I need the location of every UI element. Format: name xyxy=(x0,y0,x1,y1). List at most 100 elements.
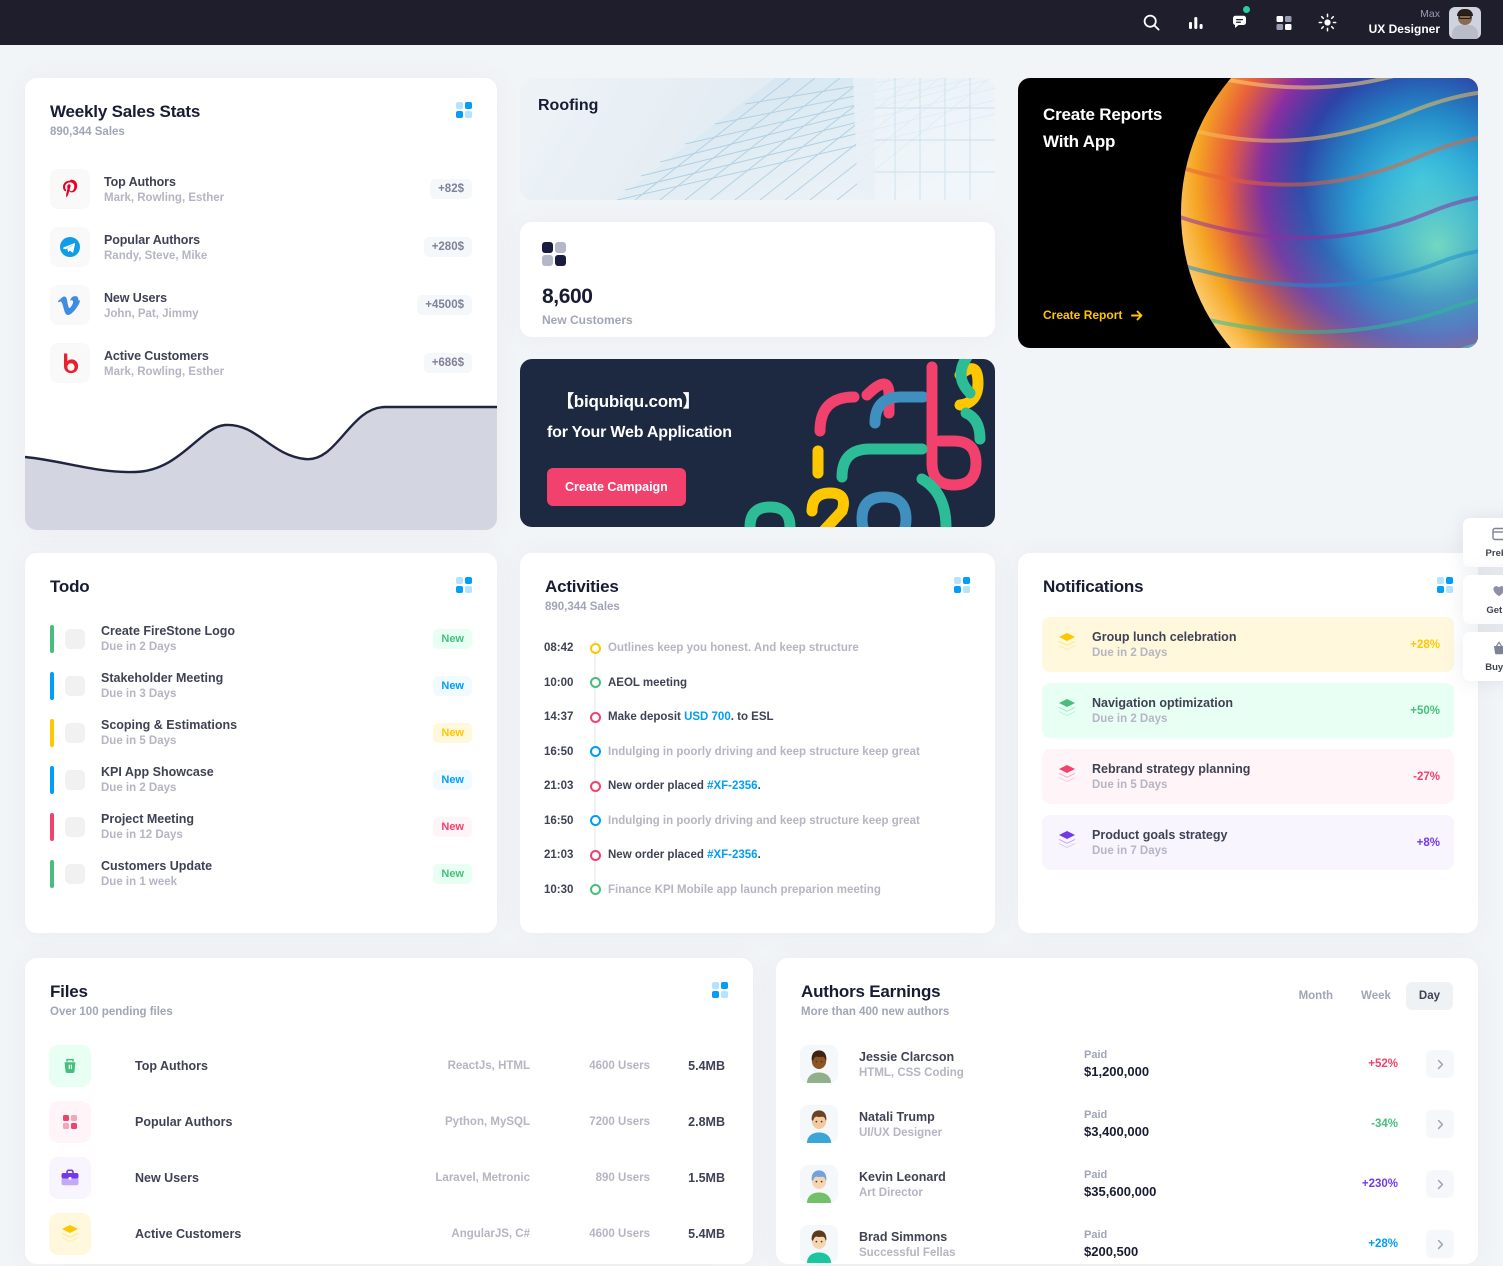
float-panel-item[interactable]: Get H xyxy=(1463,575,1503,624)
notification-due: Due in 5 Days xyxy=(1092,779,1168,791)
chat-icon[interactable] xyxy=(1229,5,1251,34)
todo-item[interactable]: Create FireStone Logo Due in 2 Days New xyxy=(50,615,472,662)
todo-item[interactable]: Project Meeting Due in 12 Days New xyxy=(50,803,472,850)
todo-list: Create FireStone Logo Due in 2 Days New Sta… xyxy=(25,597,497,897)
activity-status-dot xyxy=(589,677,601,689)
chart-bar-icon[interactable] xyxy=(1185,12,1207,34)
arrow-right-icon xyxy=(1131,310,1143,320)
layout-icon xyxy=(1469,527,1503,543)
author-role: Art Director xyxy=(859,1186,923,1199)
notification-item[interactable]: Group lunch celebration Due in 2 Days +28% xyxy=(1042,617,1454,672)
layers-icon xyxy=(1056,631,1078,658)
tab-week[interactable]: Week xyxy=(1348,982,1404,1010)
weekly-sales-column: Weekly Sales Stats 890,344 Sales Top Aut… xyxy=(25,78,497,530)
paid-label: Paid xyxy=(1084,1049,1108,1061)
weekly-sales-item[interactable]: Popular Authors Randy, Steve, Mike +280$ xyxy=(50,218,472,276)
tab-day[interactable]: Day xyxy=(1405,982,1453,1010)
table-row[interactable]: Jessie Clarcson HTML, CSS Coding Paid $1,20… xyxy=(800,1034,1454,1094)
activity-time: 16:50 xyxy=(544,745,574,758)
apps-grid-icon[interactable] xyxy=(1273,12,1295,34)
file-users: 4600 Users xyxy=(589,1228,650,1240)
grid-menu-icon[interactable] xyxy=(456,577,472,593)
activity-status-dot xyxy=(589,780,601,792)
notification-percent: +28% xyxy=(1410,638,1440,651)
user-profile-menu[interactable]: Max UX Designer xyxy=(1368,6,1481,39)
table-row[interactable]: Brad Simmons Successful Fellas Paid $200,50… xyxy=(800,1214,1454,1264)
chevron-right-icon[interactable] xyxy=(1426,1170,1454,1198)
table-row[interactable]: Active Customers AngularJS, C# 4600 Users 5… xyxy=(49,1206,729,1262)
todo-checkbox[interactable] xyxy=(65,863,85,884)
todo-checkbox[interactable] xyxy=(65,816,85,837)
todo-item-name: Project Meeting xyxy=(101,812,195,826)
campaign-banner: 【biqubiqu.com】 for Your Web Application … xyxy=(520,359,995,527)
tab-month[interactable]: Month xyxy=(1286,982,1346,1010)
create-campaign-button[interactable]: Create Campaign xyxy=(547,468,686,506)
chevron-right-icon[interactable] xyxy=(1426,1230,1454,1258)
weekly-sales-item-text: New Users John, Pat, Jimmy xyxy=(104,291,403,320)
float-panel-item[interactable]: Prebu xyxy=(1463,518,1503,567)
authors-earnings-card: Authors Earnings More than 400 new autho… xyxy=(776,958,1478,1264)
search-icon[interactable] xyxy=(1141,12,1163,34)
grid-menu-icon[interactable] xyxy=(1437,577,1453,593)
avatar[interactable] xyxy=(1449,6,1481,39)
todo-item[interactable]: KPI App Showcase Due in 2 Days New xyxy=(50,756,472,803)
notification-item[interactable]: Rebrand strategy planning Due in 5 Days -2… xyxy=(1042,749,1454,804)
todo-checkbox[interactable] xyxy=(65,769,85,790)
briefcase-icon xyxy=(49,1157,91,1199)
todo-item-due: Due in 1 week xyxy=(101,876,178,888)
notification-item[interactable]: Navigation optimization Due in 2 Days +50% xyxy=(1042,683,1454,738)
reports-column: Create Reports With App Create Report xyxy=(1018,78,1478,530)
grid-menu-icon[interactable] xyxy=(712,982,728,998)
todo-checkbox[interactable] xyxy=(65,675,85,696)
table-row[interactable]: Popular Authors Python, MySQL 7200 Users 2.… xyxy=(49,1094,729,1150)
author-paid: Paid $1,200,000 xyxy=(1084,1049,1294,1079)
weekly-sales-item-amount: +686$ xyxy=(423,353,472,373)
chevron-right-icon[interactable] xyxy=(1426,1110,1454,1138)
notification-name: Rebrand strategy planning xyxy=(1092,762,1251,776)
weekly-sales-list: Top Authors Mark, Rowling, Esther +82$ Popu… xyxy=(25,138,497,392)
pinterest-icon xyxy=(50,169,90,209)
weekly-sales-item[interactable]: Top Authors Mark, Rowling, Esther +82$ xyxy=(50,160,472,218)
table-row[interactable]: New Users Laravel, Metronic 890 Users 1.5MB xyxy=(49,1150,729,1206)
new-customers-label: New Customers xyxy=(542,313,633,327)
user-role: UX Designer xyxy=(1368,21,1440,36)
author-role: Successful Fellas xyxy=(859,1246,956,1259)
author-paid: Paid $3,400,000 xyxy=(1084,1109,1294,1139)
todo-item[interactable]: Stakeholder Meeting Due in 3 Days New xyxy=(50,662,472,709)
chevron-right-icon[interactable] xyxy=(1426,1050,1454,1078)
weekly-sales-item[interactable]: Active Customers Mark, Rowling, Esther +68… xyxy=(50,334,472,392)
activity-dot-wrap xyxy=(582,884,608,896)
grid-menu-icon[interactable] xyxy=(456,102,472,118)
author-text: Jessie Clarcson HTML, CSS Coding xyxy=(859,1050,1084,1079)
activity-status-dot xyxy=(589,884,601,896)
earnings-title: Authors Earnings xyxy=(801,982,941,1001)
todo-item[interactable]: Scoping & Estimations Due in 5 Days New xyxy=(50,709,472,756)
file-name: Active Customers xyxy=(135,1227,242,1241)
notification-due: Due in 2 Days xyxy=(1092,647,1168,659)
notification-item[interactable]: Product goals strategy Due in 7 Days +8% xyxy=(1042,815,1454,870)
create-report-link[interactable]: Create Report xyxy=(1043,308,1144,322)
float-panel-item[interactable]: Buy N xyxy=(1463,632,1503,681)
table-row[interactable]: Kevin Leonard Art Director Paid $35,600,000… xyxy=(800,1154,1454,1214)
weekly-sales-item[interactable]: New Users John, Pat, Jimmy +4500$ xyxy=(50,276,472,334)
todo-checkbox[interactable] xyxy=(65,628,85,649)
roofing-card[interactable]: Roofing xyxy=(520,78,995,200)
todo-checkbox[interactable] xyxy=(65,722,85,743)
todo-item[interactable]: Customers Update Due in 1 week New xyxy=(50,850,472,897)
notification-due: Due in 2 Days xyxy=(1092,713,1168,725)
todo-item-name: Create FireStone Logo xyxy=(101,624,236,638)
activity-dot-wrap xyxy=(582,711,608,723)
bubble-planet-image xyxy=(1181,78,1478,348)
activity-link[interactable]: #XF-2356 xyxy=(707,849,758,861)
activity-status-dot xyxy=(589,642,601,654)
grid-menu-icon[interactable] xyxy=(954,577,970,593)
todo-item-text: KPI App Showcase Due in 2 Days xyxy=(96,765,422,794)
activity-time: 21:03 xyxy=(544,780,574,793)
brightness-icon[interactable] xyxy=(1317,12,1339,34)
file-users: 890 Users xyxy=(595,1172,650,1184)
activity-link[interactable]: USD 700 xyxy=(684,711,731,723)
table-row[interactable]: Top Authors ReactJs, HTML 4600 Users 5.4MB xyxy=(49,1038,729,1094)
activity-text-lead: New order placed xyxy=(608,849,708,862)
table-row[interactable]: Natali Trump UI/UX Designer Paid $3,400,000… xyxy=(800,1094,1454,1154)
activity-link[interactable]: #XF-2356 xyxy=(707,780,758,792)
